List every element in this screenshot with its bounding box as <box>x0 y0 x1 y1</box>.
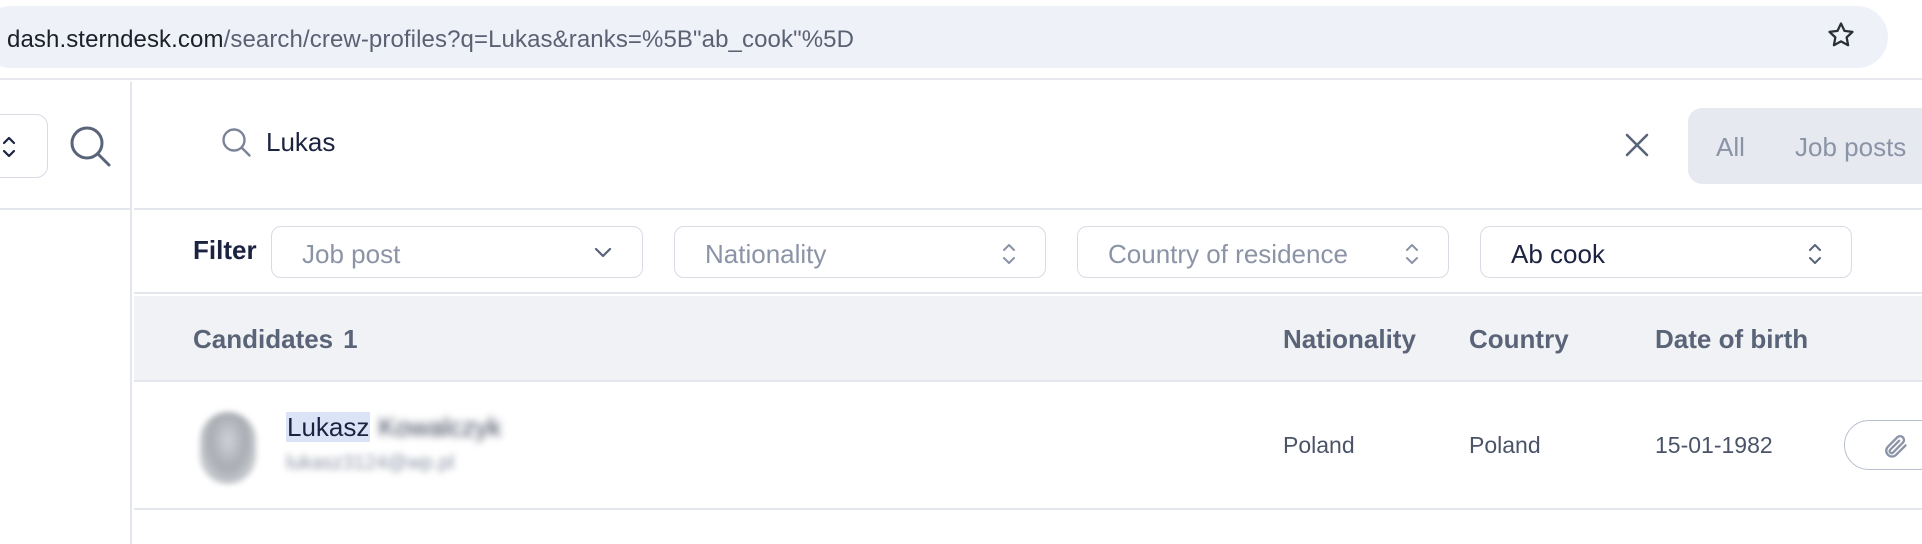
avatar <box>200 412 256 484</box>
candidates-count: 1 <box>343 324 358 354</box>
chevron-updown-icon <box>1406 244 1418 264</box>
cell-country: Poland <box>1469 432 1541 458</box>
cell-nationality: Poland <box>1283 432 1355 458</box>
workspace-selector[interactable] <box>0 114 48 178</box>
left-sidebar <box>0 82 132 544</box>
paperclip-icon <box>1885 434 1907 458</box>
url-path: /search/crew-profiles?q=Lukas&ranks=%5B"… <box>223 26 855 53</box>
chevron-updown-icon <box>1003 244 1015 264</box>
star-icon[interactable] <box>1826 20 1856 50</box>
url-text[interactable]: dash.sterndesk.com/search/crew-profiles?… <box>7 26 854 54</box>
chevron-updown-icon <box>2 136 16 158</box>
address-bar[interactable]: dash.sterndesk.com/search/crew-profiles?… <box>0 6 1888 68</box>
browser-toolbar: dash.sterndesk.com/search/crew-profiles?… <box>0 0 1922 80</box>
candidates-label: Candidates <box>193 324 334 354</box>
search-header: All Job posts <box>134 82 1922 210</box>
search-icon <box>222 128 251 157</box>
tab-all[interactable]: All <box>1716 132 1745 163</box>
chevron-updown-icon <box>1809 244 1821 264</box>
column-header-date-of-birth[interactable]: Date of birth <box>1655 324 1808 355</box>
nationality-select[interactable]: Nationality <box>674 226 1046 278</box>
search-input[interactable] <box>266 122 1466 162</box>
candidate-email: lukasz3124@wp.pl <box>286 452 455 474</box>
table-header: Candidates 1 Nationality Country Date of … <box>134 296 1922 382</box>
attachment-button[interactable] <box>1844 420 1922 470</box>
search-icon[interactable] <box>68 124 112 168</box>
close-icon[interactable] <box>1622 130 1652 160</box>
candidate-name[interactable]: Lukasz Kowalczyk <box>286 412 501 443</box>
column-header-nationality[interactable]: Nationality <box>1283 324 1416 355</box>
rank-select[interactable]: Ab cook <box>1480 226 1852 278</box>
table-row[interactable]: Lukasz Kowalczyk lukasz3124@wp.pl Poland … <box>134 382 1922 510</box>
cell-date-of-birth: 15-01-1982 <box>1655 432 1773 458</box>
country-of-residence-select-label: Country of residence <box>1108 239 1348 269</box>
chevron-down-icon <box>594 247 612 258</box>
candidate-last-name: Kowalczyk <box>378 412 502 442</box>
candidate-first-name: Lukasz <box>286 412 371 442</box>
filter-bar: Filter Job post Nationality Country of r… <box>134 210 1922 294</box>
job-post-select[interactable]: Job post <box>271 226 643 278</box>
sidebar-divider <box>0 208 132 210</box>
url-host: dash.sterndesk.com <box>7 26 224 53</box>
filter-label: Filter <box>193 235 257 265</box>
nationality-select-label: Nationality <box>705 239 827 269</box>
column-header-candidates[interactable]: Candidates 1 <box>193 324 358 355</box>
column-header-country[interactable]: Country <box>1469 324 1569 355</box>
rank-select-label: Ab cook <box>1511 239 1605 269</box>
country-of-residence-select[interactable]: Country of residence <box>1077 226 1449 278</box>
search-scope-tabs: All Job posts <box>1688 108 1922 184</box>
tab-job-posts[interactable]: Job posts <box>1795 132 1906 163</box>
job-post-select-label: Job post <box>302 239 401 269</box>
